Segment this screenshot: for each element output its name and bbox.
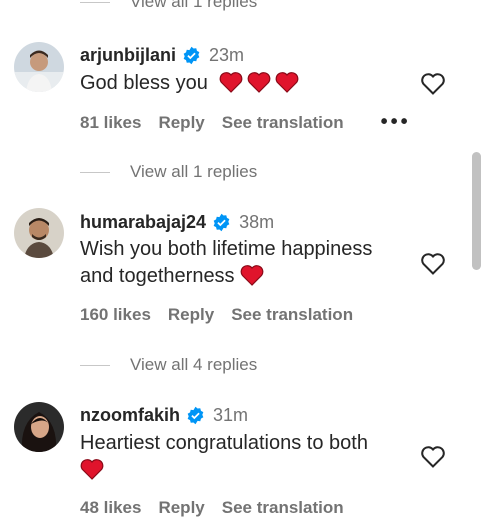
comment-body-line [80,457,410,484]
username[interactable]: arjunbijlani [80,44,176,66]
reply-button[interactable]: Reply [158,113,204,133]
timestamp: 38m [239,212,275,232]
view-replies-1[interactable]: View all 1 replies [80,162,257,182]
view-replies-top[interactable]: View all 1 replies [80,0,257,12]
avatar[interactable] [14,208,64,258]
timestamp: 23m [209,45,245,65]
timestamp: 31m [213,405,249,425]
view-replies-2[interactable]: View all 4 replies [80,355,257,375]
red-heart-emoji [240,265,264,286]
red-heart-emoji [276,72,299,93]
likes-count[interactable]: 48 likes [80,498,141,518]
divider-line [80,1,110,3]
view-replies-label: View all 1 replies [130,0,258,11]
comment-text: Heartiest congratulations to both [80,430,410,484]
avatar[interactable] [14,402,64,452]
comment-actions: 48 likes Reply See translation [80,498,361,518]
comment-actions: 160 likes Reply See translation [80,305,370,325]
scrollbar-track[interactable] [470,0,484,528]
comment-header: humarabajaj24 38m [80,211,274,233]
see-translation-button[interactable]: See translation [222,113,344,133]
reply-button[interactable]: Reply [168,305,214,325]
heart-outline-icon[interactable] [420,445,446,469]
verified-badge-icon [186,406,205,425]
heart-outline-icon[interactable] [420,72,446,96]
username[interactable]: nzoomfakih [80,404,180,426]
comment-text: God bless you [80,70,400,97]
comment-body-line: and togetherness [80,263,400,290]
heart-outline-icon[interactable] [420,252,446,276]
likes-count[interactable]: 81 likes [80,113,141,133]
comment-body: God bless you [80,72,208,94]
view-replies-label: View all 1 replies [130,162,258,181]
comment-header: arjunbijlani 23m [80,44,244,66]
scrollbar-thumb[interactable] [472,152,481,270]
avatar[interactable] [14,42,64,92]
comment-header: nzoomfakih 31m [80,404,248,426]
see-translation-button[interactable]: See translation [231,305,353,325]
view-replies-label: View all 4 replies [130,355,258,374]
red-heart-emoji [248,72,271,93]
comment-body-line: Heartiest congratulations to both [80,432,368,454]
divider-line [80,171,110,173]
more-options-icon[interactable]: ••• [381,111,411,134]
comment-actions: 81 likes Reply See translation ••• [80,111,428,134]
comment-body-line: Wish you both lifetime happiness [80,238,373,260]
reply-button[interactable]: Reply [158,498,204,518]
likes-count[interactable]: 160 likes [80,305,151,325]
comment-text: Wish you both lifetime happiness and tog… [80,236,400,290]
verified-badge-icon [212,213,231,232]
username[interactable]: humarabajaj24 [80,211,206,233]
verified-badge-icon [182,46,201,65]
divider-line [80,364,110,366]
see-translation-button[interactable]: See translation [222,498,344,518]
red-heart-emoji [80,459,104,480]
red-heart-emoji [220,72,243,93]
